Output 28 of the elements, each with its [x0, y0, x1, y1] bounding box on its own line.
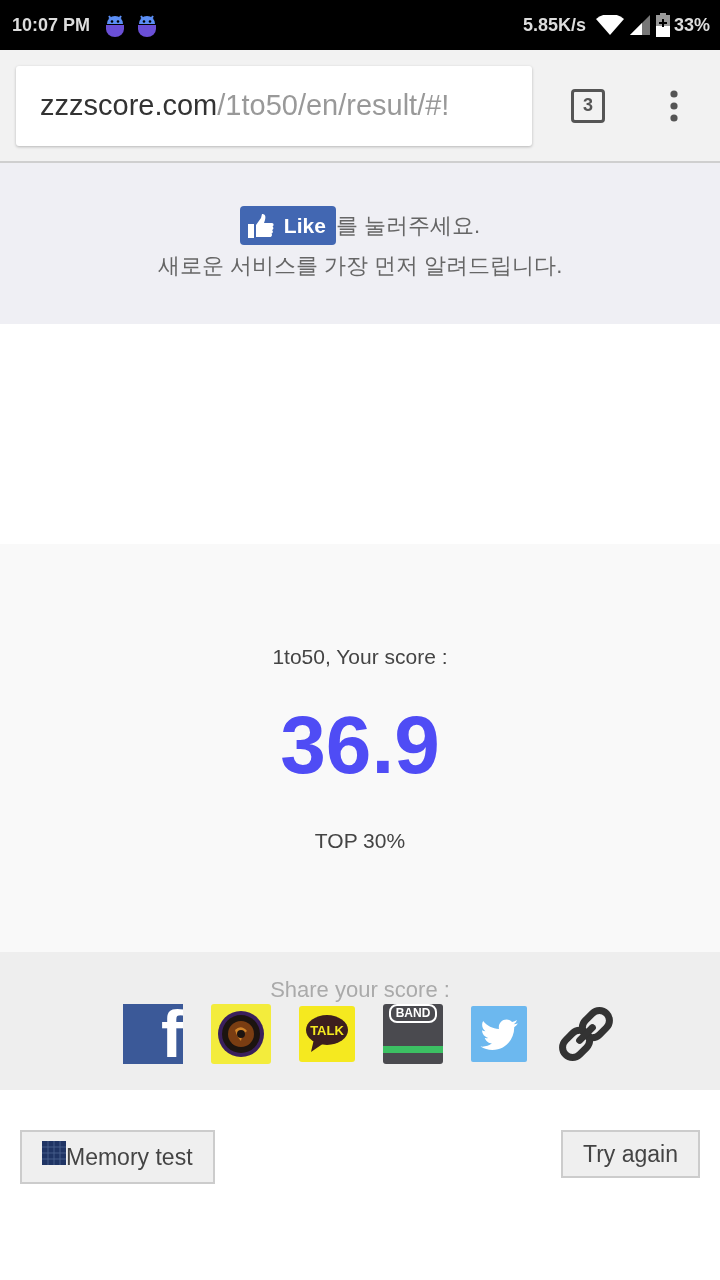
score-caption: 1to50, Your score :	[272, 644, 448, 670]
share-button[interactable]: BAND	[383, 1004, 443, 1064]
banner-text: 를 눌러주세요.	[335, 212, 481, 240]
score-value: 36.9	[280, 700, 440, 790]
battery-icon	[655, 13, 670, 37]
grid-icon	[42, 1141, 66, 1165]
camera-lens-icon[interactable]	[211, 1004, 271, 1064]
speech-bubble-icon	[305, 1015, 349, 1053]
wifi-icon	[595, 15, 624, 35]
robot-icon	[136, 13, 159, 37]
signal-icon	[629, 15, 650, 35]
battery-percent: 33%	[673, 14, 710, 36]
banner-text: 새로운 서비스를 가장 먼저 알려드립니다.	[157, 252, 563, 280]
url-field[interactable]: zzzscore.com/1to50/en/result/#!	[16, 65, 532, 146]
thumbs-up-icon	[247, 213, 274, 238]
tab-count-button[interactable]: 3	[571, 88, 605, 123]
logo-label: BAND	[388, 1004, 438, 1023]
like-button[interactable]: Like	[239, 206, 336, 245]
try-again-button[interactable]: Try again	[560, 1130, 700, 1178]
share-button[interactable]: f	[123, 1004, 183, 1064]
menu-icon[interactable]	[670, 89, 678, 122]
robot-icon	[104, 13, 127, 37]
memory-test-button[interactable]: Memory test	[20, 1130, 215, 1184]
share-title: Share your score :	[270, 976, 450, 1004]
share-button[interactable]: TALK	[299, 1006, 355, 1062]
score-rank: TOP 30%	[314, 828, 406, 854]
network-speed: 5.85K/s	[522, 14, 586, 36]
status-time: 10:07 PM	[12, 14, 91, 36]
